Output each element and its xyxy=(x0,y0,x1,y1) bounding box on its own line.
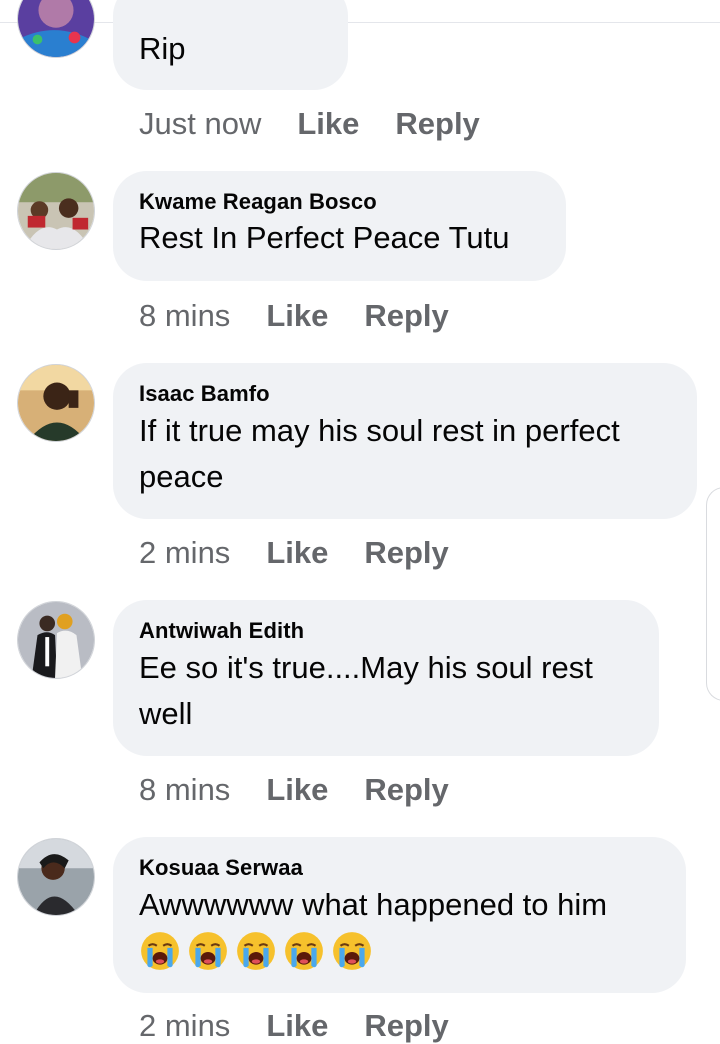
comment-time[interactable]: Just now xyxy=(139,106,261,142)
like-button[interactable]: Like xyxy=(266,298,328,334)
comment-text: Rest In Perfect Peace Tutu xyxy=(139,220,510,255)
comment-text: If it true may his soul rest in perfect … xyxy=(139,413,620,494)
reply-button[interactable]: Reply xyxy=(364,298,448,334)
loudly-crying-face-emoji xyxy=(285,932,323,970)
comment-bubble: Kwame Reagan Bosco Rest In Perfect Peace… xyxy=(113,171,566,281)
reply-button[interactable]: Reply xyxy=(364,1008,448,1044)
comment-author[interactable]: Antwiwah Edith xyxy=(139,617,633,645)
loudly-crying-face-emoji xyxy=(333,932,371,970)
comment-actions: Just now Like Reply xyxy=(139,106,480,142)
comment-time[interactable]: 2 mins xyxy=(139,535,230,571)
comment-time[interactable]: 2 mins xyxy=(139,1008,230,1044)
comment-author[interactable]: Kwame Reagan Bosco xyxy=(139,188,540,216)
like-button[interactable]: Like xyxy=(266,1008,328,1044)
loudly-crying-face-emoji xyxy=(189,932,227,970)
comment-bubble: Kosuaa Serwaa Awwwwww what happened to h… xyxy=(113,837,686,993)
avatar[interactable] xyxy=(17,601,95,679)
loudly-crying-face-emoji xyxy=(141,932,179,970)
comment-time[interactable]: 8 mins xyxy=(139,298,230,334)
reply-button[interactable]: Reply xyxy=(395,106,479,142)
like-button[interactable]: Like xyxy=(297,106,359,142)
comment-actions: 8 mins Like Reply xyxy=(139,772,449,808)
comment-author[interactable]: Isaac Bamfo xyxy=(139,380,671,408)
avatar[interactable] xyxy=(17,172,95,250)
reply-button[interactable]: Reply xyxy=(364,535,448,571)
top-divider xyxy=(0,22,720,23)
loudly-crying-face-emoji xyxy=(237,932,275,970)
comment-text: Awwwwww what happened to him xyxy=(139,887,608,922)
like-button[interactable]: Like xyxy=(266,535,328,571)
comment-bubble: Antwiwah Edith Ee so it's true....May hi… xyxy=(113,600,659,756)
comment-bubble: Rip xyxy=(113,0,348,90)
avatar[interactable] xyxy=(17,364,95,442)
comment-text: Rip xyxy=(139,31,186,66)
emoji-row xyxy=(139,930,660,972)
comment-actions: 2 mins Like Reply xyxy=(139,535,449,571)
side-panel-edge[interactable] xyxy=(706,487,720,701)
reply-button[interactable]: Reply xyxy=(364,772,448,808)
comment-text: Ee so it's true....May his soul rest wel… xyxy=(139,650,593,731)
comment-time[interactable]: 8 mins xyxy=(139,772,230,808)
comment-actions: 2 mins Like Reply xyxy=(139,1008,449,1044)
comment-actions: 8 mins Like Reply xyxy=(139,298,449,334)
avatar[interactable] xyxy=(17,838,95,916)
comment-author[interactable]: Kosuaa Serwaa xyxy=(139,854,660,882)
comment-bubble: Isaac Bamfo If it true may his soul rest… xyxy=(113,363,697,519)
like-button[interactable]: Like xyxy=(266,772,328,808)
avatar[interactable] xyxy=(17,0,95,58)
